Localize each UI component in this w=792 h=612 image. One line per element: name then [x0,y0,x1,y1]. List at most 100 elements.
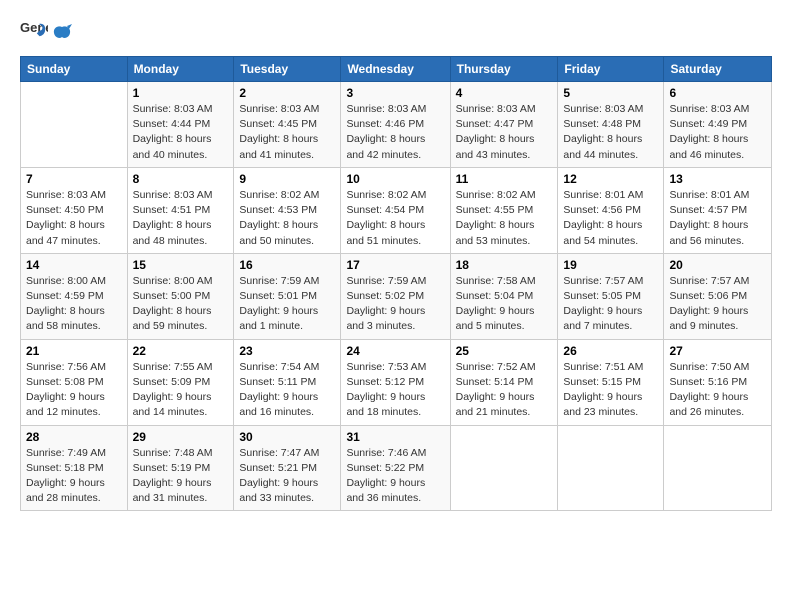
day-info: Sunrise: 8:03 AM Sunset: 4:45 PM Dayligh… [239,102,335,163]
day-number: 13 [669,172,766,186]
day-info: Sunrise: 7:57 AM Sunset: 5:06 PM Dayligh… [669,274,766,335]
calendar-cell: 19 Sunrise: 7:57 AM Sunset: 5:05 PM Dayli… [558,253,664,339]
day-number: 8 [133,172,229,186]
calendar-cell: 2 Sunrise: 8:03 AM Sunset: 4:45 PM Daylig… [234,82,341,168]
day-number: 19 [563,258,658,272]
day-number: 29 [133,430,229,444]
calendar-cell: 11 Sunrise: 8:02 AM Sunset: 4:55 PM Dayli… [450,167,558,253]
day-info: Sunrise: 8:03 AM Sunset: 4:51 PM Dayligh… [133,188,229,249]
day-info: Sunrise: 8:02 AM Sunset: 4:55 PM Dayligh… [456,188,553,249]
day-info: Sunrise: 7:46 AM Sunset: 5:22 PM Dayligh… [346,446,444,507]
calendar-week-row: 7 Sunrise: 8:03 AM Sunset: 4:50 PM Daylig… [21,167,772,253]
logo-text [52,23,72,41]
calendar-cell: 6 Sunrise: 8:03 AM Sunset: 4:49 PM Daylig… [664,82,772,168]
day-number: 15 [133,258,229,272]
day-info: Sunrise: 8:03 AM Sunset: 4:46 PM Dayligh… [346,102,444,163]
day-number: 6 [669,86,766,100]
calendar-cell: 16 Sunrise: 7:59 AM Sunset: 5:01 PM Dayli… [234,253,341,339]
day-info: Sunrise: 7:59 AM Sunset: 5:01 PM Dayligh… [239,274,335,335]
day-info: Sunrise: 7:50 AM Sunset: 5:16 PM Dayligh… [669,360,766,421]
day-number: 18 [456,258,553,272]
header-row: General [20,18,772,46]
day-number: 25 [456,344,553,358]
day-number: 5 [563,86,658,100]
calendar-cell: 30 Sunrise: 7:47 AM Sunset: 5:21 PM Dayli… [234,425,341,511]
header-saturday: Saturday [664,57,772,82]
day-number: 4 [456,86,553,100]
day-number: 11 [456,172,553,186]
day-number: 22 [133,344,229,358]
day-info: Sunrise: 7:49 AM Sunset: 5:18 PM Dayligh… [26,446,122,507]
calendar-week-row: 21 Sunrise: 7:56 AM Sunset: 5:08 PM Dayli… [21,339,772,425]
day-info: Sunrise: 7:54 AM Sunset: 5:11 PM Dayligh… [239,360,335,421]
calendar-cell: 25 Sunrise: 7:52 AM Sunset: 5:14 PM Dayli… [450,339,558,425]
calendar-cell: 14Sunrise: 8:00 AM Sunset: 4:59 PM Dayli… [21,253,128,339]
calendar-cell: 28 Sunrise: 7:49 AM Sunset: 5:18 PM Dayli… [21,425,128,511]
day-info: Sunrise: 8:00 AM Sunset: 4:59 PM Dayligh… [26,274,122,335]
day-info: Sunrise: 8:03 AM Sunset: 4:48 PM Dayligh… [563,102,658,163]
day-info: Sunrise: 8:03 AM Sunset: 4:49 PM Dayligh… [669,102,766,163]
calendar-table: Sunday Monday Tuesday Wednesday Thursday… [20,56,772,511]
day-number: 28 [26,430,122,444]
day-number: 9 [239,172,335,186]
day-number: 16 [239,258,335,272]
logo: General [20,18,72,46]
calendar-cell: 10 Sunrise: 8:02 AM Sunset: 4:54 PM Dayli… [341,167,450,253]
calendar-cell: 29 Sunrise: 7:48 AM Sunset: 5:19 PM Dayli… [127,425,234,511]
calendar-cell: 8 Sunrise: 8:03 AM Sunset: 4:51 PM Daylig… [127,167,234,253]
calendar-cell: 3 Sunrise: 8:03 AM Sunset: 4:46 PM Daylig… [341,82,450,168]
day-number: 2 [239,86,335,100]
calendar-cell [21,82,128,168]
day-number: 30 [239,430,335,444]
logo-icon: General [20,18,48,46]
header-friday: Friday [558,57,664,82]
calendar-cell: 12Sunrise: 8:01 AM Sunset: 4:56 PM Dayli… [558,167,664,253]
day-number: 21 [26,344,122,358]
calendar-cell: 13 Sunrise: 8:01 AM Sunset: 4:57 PM Dayli… [664,167,772,253]
day-number: 27 [669,344,766,358]
day-number: 23 [239,344,335,358]
calendar-cell: 31 Sunrise: 7:46 AM Sunset: 5:22 PM Dayli… [341,425,450,511]
day-info: Sunrise: 7:52 AM Sunset: 5:14 PM Dayligh… [456,360,553,421]
calendar-cell: 26Sunrise: 7:51 AM Sunset: 5:15 PM Dayli… [558,339,664,425]
day-info: Sunrise: 7:55 AM Sunset: 5:09 PM Dayligh… [133,360,229,421]
calendar-cell: 23 Sunrise: 7:54 AM Sunset: 5:11 PM Dayli… [234,339,341,425]
calendar-cell: 20Sunrise: 7:57 AM Sunset: 5:06 PM Dayli… [664,253,772,339]
day-info: Sunrise: 8:03 AM Sunset: 4:47 PM Dayligh… [456,102,553,163]
day-number: 3 [346,86,444,100]
day-info: Sunrise: 7:58 AM Sunset: 5:04 PM Dayligh… [456,274,553,335]
calendar-cell [664,425,772,511]
day-info: Sunrise: 7:47 AM Sunset: 5:21 PM Dayligh… [239,446,335,507]
calendar-cell [450,425,558,511]
calendar-cell: 24Sunrise: 7:53 AM Sunset: 5:12 PM Dayli… [341,339,450,425]
calendar-cell: 18 Sunrise: 7:58 AM Sunset: 5:04 PM Dayli… [450,253,558,339]
header-wednesday: Wednesday [341,57,450,82]
calendar-cell: 7 Sunrise: 8:03 AM Sunset: 4:50 PM Daylig… [21,167,128,253]
header-sunday: Sunday [21,57,128,82]
day-info: Sunrise: 8:00 AM Sunset: 5:00 PM Dayligh… [133,274,229,335]
day-info: Sunrise: 7:57 AM Sunset: 5:05 PM Dayligh… [563,274,658,335]
calendar-cell: 4 Sunrise: 8:03 AM Sunset: 4:47 PM Daylig… [450,82,558,168]
calendar-cell: 27 Sunrise: 7:50 AM Sunset: 5:16 PM Dayli… [664,339,772,425]
calendar-cell [558,425,664,511]
header-monday: Monday [127,57,234,82]
day-info: Sunrise: 7:53 AM Sunset: 5:12 PM Dayligh… [346,360,444,421]
day-info: Sunrise: 7:48 AM Sunset: 5:19 PM Dayligh… [133,446,229,507]
day-number: 7 [26,172,122,186]
day-info: Sunrise: 8:03 AM Sunset: 4:50 PM Dayligh… [26,188,122,249]
day-info: Sunrise: 7:59 AM Sunset: 5:02 PM Dayligh… [346,274,444,335]
calendar-week-row: 28 Sunrise: 7:49 AM Sunset: 5:18 PM Dayli… [21,425,772,511]
day-info: Sunrise: 8:01 AM Sunset: 4:57 PM Dayligh… [669,188,766,249]
day-number: 31 [346,430,444,444]
calendar-body: 1Sunrise: 8:03 AM Sunset: 4:44 PM Daylig… [21,82,772,511]
day-info: Sunrise: 8:02 AM Sunset: 4:53 PM Dayligh… [239,188,335,249]
calendar-cell: 17Sunrise: 7:59 AM Sunset: 5:02 PM Dayli… [341,253,450,339]
day-number: 1 [133,86,229,100]
day-info: Sunrise: 8:02 AM Sunset: 4:54 PM Dayligh… [346,188,444,249]
calendar-week-row: 14Sunrise: 8:00 AM Sunset: 4:59 PM Dayli… [21,253,772,339]
header-tuesday: Tuesday [234,57,341,82]
day-number: 26 [563,344,658,358]
calendar-cell: 21 Sunrise: 7:56 AM Sunset: 5:08 PM Dayli… [21,339,128,425]
day-number: 10 [346,172,444,186]
day-info: Sunrise: 7:56 AM Sunset: 5:08 PM Dayligh… [26,360,122,421]
